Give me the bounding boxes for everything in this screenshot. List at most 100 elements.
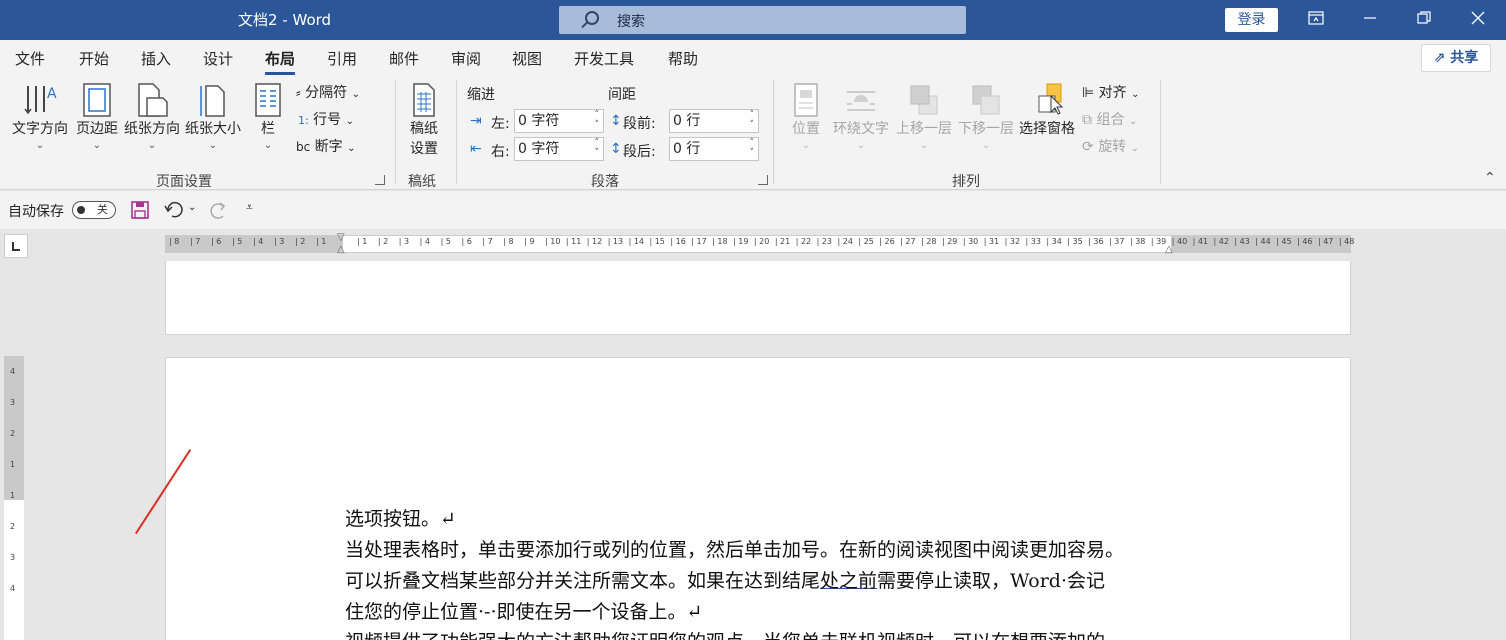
hanging-indent-marker-icon[interactable]: △: [337, 244, 345, 255]
size-button[interactable]: 纸张大小 ⌄: [184, 82, 242, 151]
indent-left-icon: ⇥: [470, 113, 482, 129]
customize-toolbar-icon[interactable]: ⩡: [246, 200, 253, 215]
horizontal-ruler[interactable]: | 8 | 7 | 6 | 5 | 4 | 3 | 2 | 1 | 1 | 2 | 3 | 4 | 5…: [165, 232, 1354, 255]
tab-design[interactable]: 设计: [203, 48, 233, 69]
line-numbers-button[interactable]: 1: 行号 ⌄: [298, 109, 354, 129]
collapse-ribbon-icon[interactable]: ⌃: [1484, 170, 1496, 186]
ruler-tick-label: | 10: [545, 237, 561, 246]
page-previous[interactable]: [165, 261, 1351, 335]
word-window: 文档2 - Word 搜索 登录 文件 开始 插入 设计 布局 引用 邮件 审阅…: [0, 0, 1506, 640]
ruler-tick-label: | 47: [1317, 237, 1334, 246]
ruler-tick-label: | 6: [461, 237, 472, 246]
doc-line[interactable]: 视频提供了功能强大的方法帮助您证明您的观点。当您单击联机视频时，可以在想要添加的: [345, 627, 1105, 640]
spinner-arrows-icon[interactable]: ˄ ˅: [595, 138, 600, 158]
save-icon[interactable]: [130, 200, 150, 224]
page-setup-dialog-launcher-icon[interactable]: [375, 175, 385, 185]
ruler-tick-label: | 9: [524, 237, 535, 246]
send-backward-button[interactable]: 下移一层 ⌄: [956, 82, 1016, 151]
doc-line[interactable]: 当处理表格时，单击要添加行或列的位置，然后单击加号。在新的阅读视图中阅读更加容易…: [345, 535, 1124, 562]
tab-selector-icon[interactable]: [4, 234, 28, 258]
spinner-arrows-icon[interactable]: ˄ ˅: [595, 110, 600, 130]
position-button[interactable]: 位置 ⌄: [786, 82, 826, 151]
doc-line[interactable]: 住您的停止位置·-·即使在另一个设备上。↵: [345, 597, 702, 624]
ruler-tick-label: | 29: [941, 237, 958, 246]
tab-insert[interactable]: 插入: [141, 48, 171, 69]
share-button[interactable]: ⇗ 共享: [1421, 44, 1491, 72]
rotate-button[interactable]: ⟳ 旋转 ⌄: [1082, 136, 1139, 156]
vertical-ruler[interactable]: 4 3 2 1 1 2 3 4: [4, 356, 24, 640]
paragraph-dialog-launcher-icon[interactable]: [758, 175, 768, 185]
share-label: 共享: [1450, 50, 1479, 66]
tab-developer[interactable]: 开发工具: [574, 48, 634, 69]
position-icon: [794, 83, 818, 117]
spacing-after-spinner[interactable]: 0 行 ˄ ˅: [669, 137, 759, 161]
restore-icon[interactable]: [1412, 8, 1436, 32]
undo-icon[interactable]: [164, 200, 186, 224]
spacing-before-label: 段前:: [623, 116, 656, 132]
ruler-tick-label: | 8: [169, 237, 180, 246]
window-title: 文档2 - Word: [238, 11, 332, 29]
margins-button[interactable]: 页边距 ⌄: [74, 82, 120, 151]
tab-help[interactable]: 帮助: [668, 48, 698, 69]
document-canvas[interactable]: | 8 | 7 | 6 | 5 | 4 | 3 | 2 | 1 | 1 | 2 | 3 | 4 | 5…: [0, 229, 1506, 640]
doc-line[interactable]: 选项按钮。↵: [345, 504, 456, 531]
minimize-icon[interactable]: [1358, 8, 1382, 32]
tab-file[interactable]: 文件: [15, 48, 45, 69]
ruler-tick-label: | 26: [879, 237, 895, 246]
ruler-tick-label: | 36: [1088, 237, 1104, 246]
svg-text:A: A: [47, 86, 57, 102]
wrap-text-button[interactable]: 环绕文字 ⌄: [831, 82, 891, 151]
tab-references[interactable]: 引用: [327, 48, 357, 69]
indent-right-spinner[interactable]: 0 字符 ˄ ˅: [514, 137, 604, 161]
redo-icon[interactable]: [207, 200, 229, 224]
search-box[interactable]: 搜索: [559, 6, 966, 34]
ruler-tick-label: | 3: [274, 237, 285, 246]
wrap-text-icon: [847, 91, 875, 111]
manuscript-settings-button[interactable]: 稿纸 设置: [402, 82, 446, 158]
ruler-tick-label: | 18: [712, 237, 728, 246]
close-icon[interactable]: [1466, 8, 1490, 32]
ruler-tick-label: | 17: [691, 237, 707, 246]
selection-pane-button[interactable]: 选择窗格: [1018, 82, 1076, 138]
align-button[interactable]: ⊫ 对齐 ⌄: [1082, 82, 1140, 102]
page-current[interactable]: [165, 357, 1351, 640]
ruler-tick-label: | 1: [316, 237, 327, 246]
align-icon: ⊫: [1082, 85, 1095, 101]
spacing-before-spinner[interactable]: 0 行 ˄ ˅: [669, 109, 759, 133]
ruler-tick-label: | 8: [503, 237, 514, 246]
ruler-tick-label: | 21: [774, 237, 791, 246]
ruler-right-numbers: | 1 | 2 | 3 | 4 | 5 | 6 | 7 | 8 | 9 | 10 | 11 | 12 |…: [357, 237, 1360, 246]
ribbon-display-options-icon[interactable]: [1304, 8, 1328, 32]
orientation-button[interactable]: 纸张方向 ⌄: [122, 82, 182, 151]
bring-forward-button[interactable]: 上移一层 ⌄: [894, 82, 954, 151]
tab-review[interactable]: 审阅: [451, 48, 481, 69]
tab-home[interactable]: 开始: [79, 48, 109, 69]
selection-pane-label: 选择窗格: [1019, 121, 1075, 137]
breaks-button[interactable]: ⸗ 分隔符 ⌄: [296, 82, 360, 102]
login-button[interactable]: 登录: [1225, 8, 1278, 32]
text-direction-button[interactable]: A 文字方向 ⌄: [10, 82, 70, 151]
spacing-after-label: 段后:: [623, 144, 656, 160]
ruler-tick-label: | 27: [900, 237, 916, 246]
indent-left-spinner[interactable]: 0 字符 ˄ ˅: [514, 109, 604, 133]
ruler-tick-label: | 40: [1171, 237, 1188, 246]
columns-button[interactable]: 栏 ⌄: [252, 82, 284, 151]
ruler-tick-label: | 45: [1276, 237, 1292, 246]
doc-line[interactable]: 可以折叠文档某些部分并关注所需文本。如果在达到结尾处之前需要停止读取，Word·…: [345, 566, 1105, 593]
first-line-indent-marker-icon[interactable]: ▽: [337, 232, 345, 243]
tab-layout[interactable]: 布局: [265, 48, 296, 75]
autosave-toggle[interactable]: 关: [72, 201, 116, 219]
spinner-arrows-icon[interactable]: ˄ ˅: [750, 138, 755, 158]
ruler-tick-label: | 25: [858, 237, 874, 246]
spinner-arrows-icon[interactable]: ˄ ˅: [750, 110, 755, 130]
right-indent-marker-icon[interactable]: △: [1165, 244, 1173, 255]
ruler-tick-label: 2: [10, 429, 16, 438]
ruler-tick-label: | 46: [1297, 237, 1313, 246]
ruler-tick-label: | 38: [1129, 237, 1146, 246]
tab-view[interactable]: 视图: [512, 48, 542, 69]
ruler-tick-label: | 15: [649, 237, 665, 246]
hyphenation-button[interactable]: bc 断字 ⌄: [296, 136, 356, 156]
undo-dropdown-icon[interactable]: ⌄: [188, 202, 196, 213]
group-objects-button[interactable]: ⧉ 组合 ⌄: [1082, 109, 1137, 129]
tab-mailings[interactable]: 邮件: [389, 48, 419, 69]
